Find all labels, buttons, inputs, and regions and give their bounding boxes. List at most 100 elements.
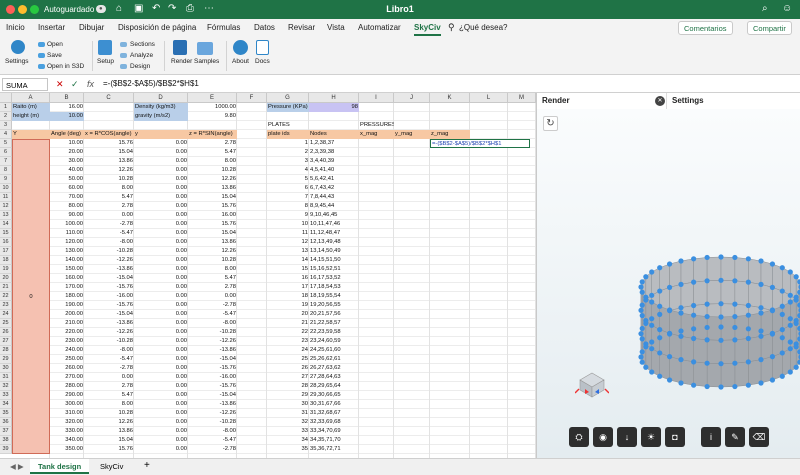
plate-id-cell[interactable]: 4 bbox=[267, 166, 309, 175]
save-button[interactable]: Save bbox=[47, 52, 62, 59]
row-header[interactable]: 23 bbox=[0, 301, 12, 310]
download-icon[interactable]: ↓ bbox=[617, 427, 637, 447]
nodes-cell[interactable]: 6,7,43,42 bbox=[309, 184, 359, 193]
open-in-s3d-button[interactable]: Open in S3D bbox=[47, 63, 84, 70]
plate-id-cell[interactable]: 20 bbox=[267, 310, 309, 319]
row-header[interactable]: 16 bbox=[0, 238, 12, 247]
angle-cell[interactable]: 300.00 bbox=[50, 400, 84, 409]
x-cell[interactable]: 10.28 bbox=[84, 175, 134, 184]
angle-cell[interactable]: 210.00 bbox=[50, 319, 84, 328]
angle-cell[interactable]: 20.00 bbox=[50, 148, 84, 157]
x-cell[interactable]: -13.86 bbox=[84, 319, 134, 328]
angle-cell[interactable]: 160.00 bbox=[50, 274, 84, 283]
angle-cell[interactable]: 240.00 bbox=[50, 346, 84, 355]
sheet-nav-icon[interactable]: ◀ ▶ bbox=[2, 459, 32, 474]
z-cell[interactable]: -15.76 bbox=[188, 364, 237, 373]
tab-skyciv[interactable]: SkyCiv bbox=[414, 23, 441, 36]
analyze-icon[interactable] bbox=[120, 53, 127, 58]
z-cell[interactable]: -15.04 bbox=[188, 355, 237, 364]
y-cell[interactable]: 0.00 bbox=[134, 292, 188, 301]
header-plate-ids[interactable]: plate ids bbox=[267, 130, 309, 139]
angle-cell[interactable]: 340.00 bbox=[50, 436, 84, 445]
y-cell[interactable]: 0.00 bbox=[134, 427, 188, 436]
settings-label[interactable]: Settings bbox=[5, 58, 29, 65]
column-header[interactable]: J bbox=[394, 93, 430, 103]
row-header[interactable]: 14 bbox=[0, 220, 12, 229]
x-cell[interactable]: -8.00 bbox=[84, 238, 134, 247]
header-z-mag[interactable]: z_mag bbox=[430, 130, 470, 139]
y-cell[interactable]: 0.00 bbox=[134, 247, 188, 256]
row-header[interactable]: 6 bbox=[0, 148, 12, 157]
x-cell[interactable]: -13.86 bbox=[84, 265, 134, 274]
z-cell[interactable]: -5.47 bbox=[188, 310, 237, 319]
samples-icon[interactable] bbox=[197, 42, 213, 55]
row-header[interactable]: 28 bbox=[0, 346, 12, 355]
plate-id-cell[interactable]: 30 bbox=[267, 400, 309, 409]
plate-id-cell[interactable]: 26 bbox=[267, 364, 309, 373]
add-sheet-button[interactable]: + bbox=[136, 457, 158, 472]
tab-automatizar[interactable]: Automatizar bbox=[358, 23, 401, 32]
y-cell[interactable]: 0.00 bbox=[134, 265, 188, 274]
angle-cell[interactable]: 260.00 bbox=[50, 364, 84, 373]
nodes-cell[interactable]: 9,10,46,45 bbox=[309, 211, 359, 220]
plate-id-cell[interactable]: 1 bbox=[267, 139, 309, 148]
docs-icon[interactable] bbox=[256, 40, 269, 55]
angle-cell[interactable]: 230.00 bbox=[50, 337, 84, 346]
refresh-icon[interactable]: ↻ bbox=[543, 116, 558, 131]
z-cell[interactable]: 15.04 bbox=[188, 229, 237, 238]
nodes-cell[interactable]: 30,31,67,66 bbox=[309, 400, 359, 409]
y-cell[interactable]: 0.00 bbox=[134, 400, 188, 409]
column-header[interactable]: F bbox=[237, 93, 267, 103]
info-icon[interactable]: i bbox=[701, 427, 721, 447]
save-s3d-icon[interactable] bbox=[38, 53, 45, 58]
column-header[interactable]: A bbox=[12, 93, 50, 103]
pressure-value[interactable]: 98 bbox=[309, 103, 359, 112]
docs-label[interactable]: Docs bbox=[255, 58, 270, 65]
y-cell[interactable]: 0.00 bbox=[134, 445, 188, 454]
z-cell[interactable]: -15.76 bbox=[188, 382, 237, 391]
plate-id-cell[interactable]: 17 bbox=[267, 283, 309, 292]
x-cell[interactable]: 0.00 bbox=[84, 211, 134, 220]
nodes-cell[interactable]: 8,9,45,44 bbox=[309, 202, 359, 211]
y-cell[interactable]: 0.00 bbox=[134, 175, 188, 184]
sheet-tab-skyciv[interactable]: SkyCiv bbox=[92, 459, 131, 474]
angle-cell[interactable]: 140.00 bbox=[50, 256, 84, 265]
z-cell[interactable]: -16.00 bbox=[188, 373, 237, 382]
plate-id-cell[interactable]: 9 bbox=[267, 211, 309, 220]
nodes-cell[interactable]: 34,35,71,70 bbox=[309, 436, 359, 445]
x-cell[interactable]: -5.47 bbox=[84, 355, 134, 364]
nodes-cell[interactable]: 13,14,50,49 bbox=[309, 247, 359, 256]
z-cell[interactable]: 2.78 bbox=[188, 139, 237, 148]
column-header[interactable]: I bbox=[359, 93, 394, 103]
y-cell[interactable]: 0.00 bbox=[134, 283, 188, 292]
header-angle[interactable]: Angle (deg) bbox=[50, 130, 84, 139]
x-cell[interactable]: 5.47 bbox=[84, 193, 134, 202]
y-cell[interactable]: 0.00 bbox=[134, 238, 188, 247]
row-header[interactable]: 12 bbox=[0, 202, 12, 211]
z-cell[interactable]: -2.78 bbox=[188, 445, 237, 454]
row-header[interactable]: 32 bbox=[0, 382, 12, 391]
y-cell[interactable]: 0.00 bbox=[134, 139, 188, 148]
row-header[interactable]: 17 bbox=[0, 247, 12, 256]
row-header[interactable]: 2 bbox=[0, 112, 12, 121]
angle-cell[interactable]: 180.00 bbox=[50, 292, 84, 301]
plate-id-cell[interactable]: 27 bbox=[267, 373, 309, 382]
nodes-cell[interactable]: 4,5,41,40 bbox=[309, 166, 359, 175]
row-header[interactable]: 9 bbox=[0, 175, 12, 184]
y-cell[interactable]: 0.00 bbox=[134, 256, 188, 265]
y-cell[interactable]: 0.00 bbox=[134, 211, 188, 220]
function-icon[interactable]: fx bbox=[87, 79, 94, 89]
x-cell[interactable]: -15.76 bbox=[84, 283, 134, 292]
column-header[interactable]: B bbox=[50, 93, 84, 103]
z-cell[interactable]: 10.28 bbox=[188, 256, 237, 265]
nodes-cell[interactable]: 22,23,59,58 bbox=[309, 328, 359, 337]
row-header[interactable]: 33 bbox=[0, 391, 12, 400]
x-cell[interactable]: -5.47 bbox=[84, 229, 134, 238]
layers-icon[interactable]: ⛭ bbox=[569, 427, 589, 447]
z-cell[interactable]: 15.76 bbox=[188, 202, 237, 211]
y-cell[interactable]: 0.00 bbox=[134, 274, 188, 283]
nodes-cell[interactable]: 19,20,56,55 bbox=[309, 301, 359, 310]
x-cell[interactable]: 15.04 bbox=[84, 148, 134, 157]
row-header[interactable]: 5 bbox=[0, 139, 12, 148]
plate-id-cell[interactable]: 12 bbox=[267, 238, 309, 247]
